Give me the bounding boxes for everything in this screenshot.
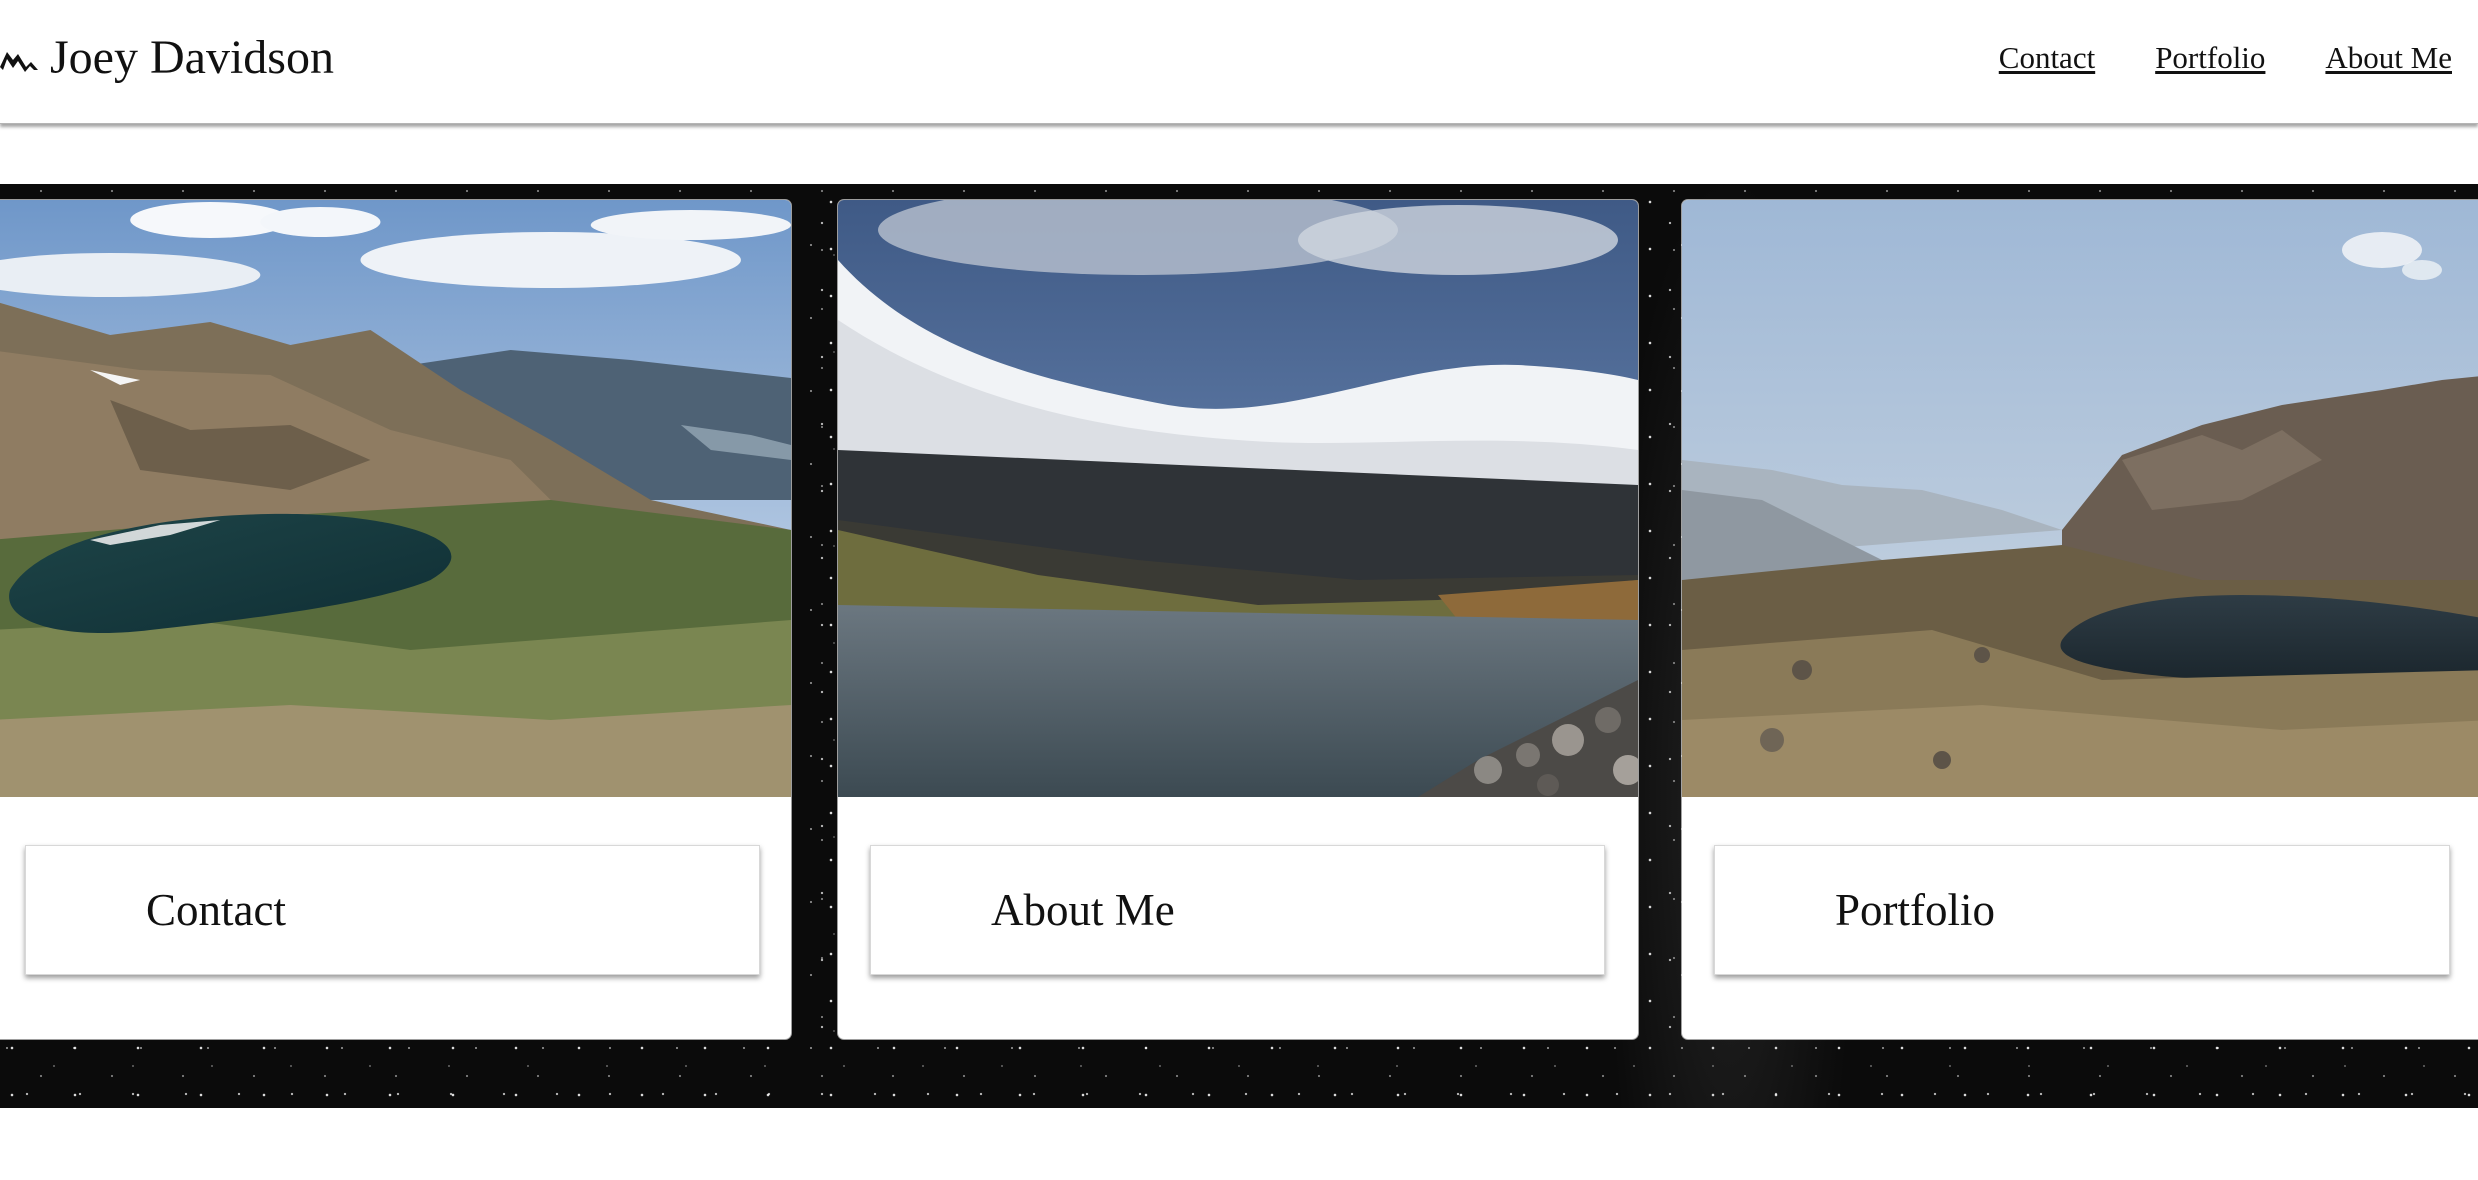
- cloud-over-lake-photo: [838, 200, 1638, 797]
- card-label-contact: Contact: [146, 884, 286, 935]
- card-label-box[interactable]: Portfolio: [1714, 845, 2450, 975]
- nav-link-contact[interactable]: Contact: [1999, 40, 2095, 76]
- nav-link-about-me[interactable]: About Me: [2325, 40, 2452, 76]
- brand[interactable]: Joey Davidson: [0, 28, 334, 88]
- site-header: Joey Davidson Contact Portfolio About Me: [0, 0, 2478, 124]
- main-nav: Contact Portfolio About Me: [1999, 40, 2452, 76]
- card-label-box[interactable]: Contact: [25, 845, 760, 975]
- site-name: Joey Davidson: [50, 31, 334, 84]
- card-label-about-me: About Me: [991, 884, 1175, 935]
- card-about-me[interactable]: About Me: [838, 200, 1638, 1039]
- mountain-icon: [0, 52, 38, 72]
- nav-link-portfolio[interactable]: Portfolio: [2155, 40, 2265, 76]
- hazy-mountain-lake-photo: [1682, 200, 2478, 797]
- card-contact[interactable]: Contact: [0, 200, 791, 1039]
- card-label-portfolio: Portfolio: [1835, 884, 1996, 935]
- card-label-box[interactable]: About Me: [870, 845, 1605, 975]
- card-portfolio[interactable]: Portfolio: [1682, 200, 2478, 1039]
- alpine-lake-valley-photo: [0, 200, 791, 797]
